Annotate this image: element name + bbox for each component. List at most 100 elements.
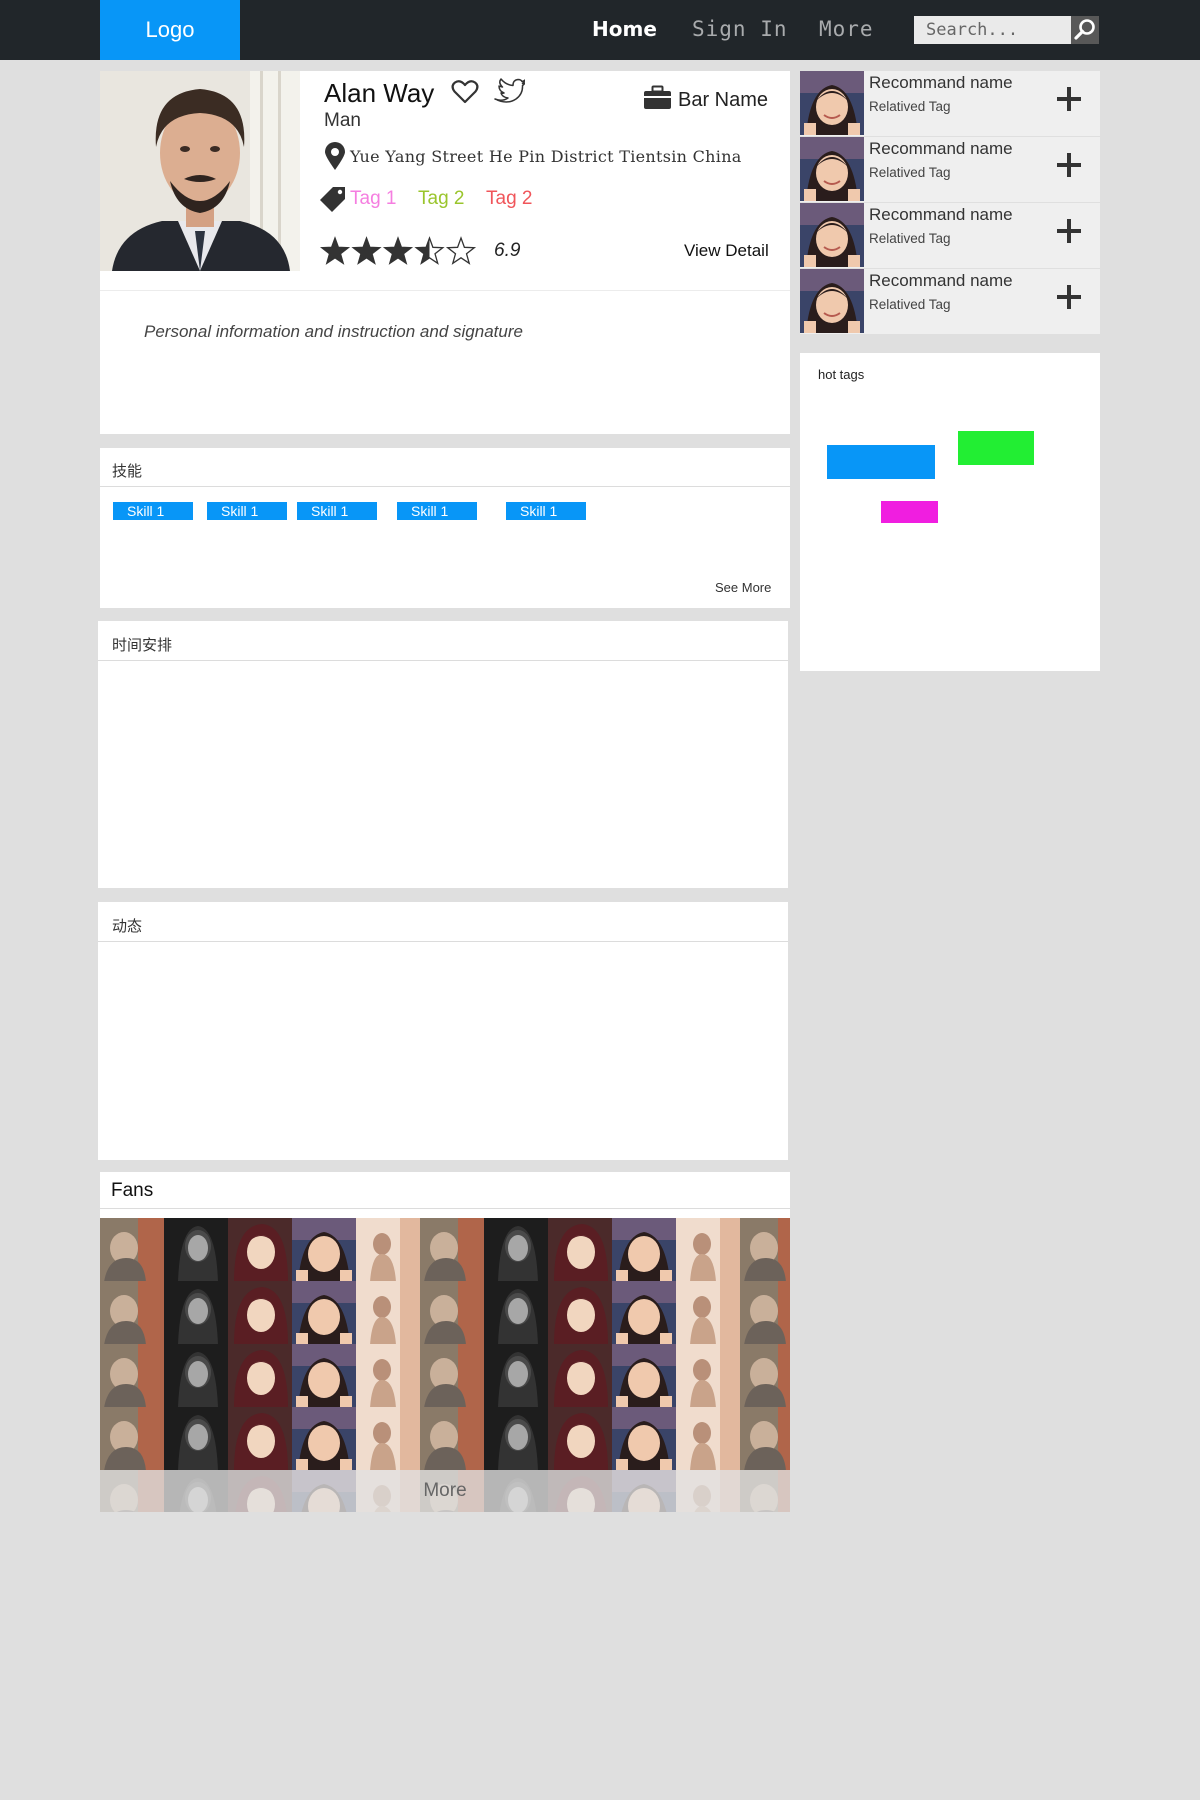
- schedule-panel: [98, 621, 788, 888]
- fan-avatar[interactable]: [612, 1344, 676, 1408]
- fan-avatar[interactable]: [356, 1218, 420, 1282]
- recommend-tag: Relatived Tag: [869, 165, 951, 180]
- skill-chip[interactable]: Skill 1: [506, 502, 586, 520]
- skills-divider: [100, 486, 790, 487]
- skill-chip[interactable]: Skill 1: [207, 502, 287, 520]
- fan-avatar[interactable]: [100, 1407, 164, 1471]
- fan-avatar[interactable]: [420, 1344, 484, 1408]
- recommend-item[interactable]: Recommand name Relatived Tag: [800, 203, 1100, 268]
- fan-avatar[interactable]: [228, 1407, 292, 1471]
- logo[interactable]: Logo: [100, 0, 240, 60]
- fan-avatar[interactable]: [356, 1281, 420, 1345]
- fan-avatar[interactable]: [740, 1407, 790, 1471]
- fan-avatar[interactable]: [100, 1281, 164, 1345]
- fan-avatar[interactable]: [484, 1218, 548, 1282]
- fan-avatar[interactable]: [676, 1281, 740, 1345]
- search-button[interactable]: [1071, 16, 1099, 44]
- fan-avatar[interactable]: [676, 1407, 740, 1471]
- recommend-item[interactable]: Recommand name Relatived Tag: [800, 269, 1100, 334]
- hot-tag[interactable]: [958, 431, 1034, 465]
- skill-chip[interactable]: Skill 1: [297, 502, 377, 520]
- profile-name: Alan Way: [324, 78, 435, 108]
- fan-avatar[interactable]: [228, 1344, 292, 1408]
- hot-tag[interactable]: [881, 501, 938, 523]
- fan-avatar[interactable]: [740, 1218, 790, 1282]
- fan-avatar[interactable]: [164, 1218, 228, 1282]
- fan-avatar[interactable]: [484, 1407, 548, 1471]
- profile-divider: [100, 290, 790, 291]
- recommend-tag: Relatived Tag: [869, 99, 951, 114]
- recommend-name: Recommand name: [869, 139, 1013, 158]
- plus-icon[interactable]: [1057, 219, 1081, 243]
- fan-avatar[interactable]: [612, 1281, 676, 1345]
- schedule-divider: [98, 660, 788, 661]
- search-input[interactable]: [914, 16, 1071, 44]
- recommend-name: Recommand name: [869, 205, 1013, 224]
- star-empty-icon: [445, 236, 477, 265]
- briefcase-icon: [644, 85, 671, 109]
- fan-avatar[interactable]: [676, 1344, 740, 1408]
- plus-icon[interactable]: [1057, 285, 1081, 309]
- fan-avatar[interactable]: [228, 1218, 292, 1282]
- fan-avatar[interactable]: [676, 1218, 740, 1282]
- star-full-icon: [351, 236, 382, 265]
- star-half-icon: [414, 236, 445, 265]
- see-more-link[interactable]: See More: [715, 580, 771, 595]
- twitter-bird-icon[interactable]: [493, 77, 525, 105]
- fan-avatar[interactable]: [612, 1407, 676, 1471]
- view-detail-link[interactable]: View Detail: [684, 241, 769, 261]
- fan-avatar[interactable]: [164, 1344, 228, 1408]
- fan-avatar[interactable]: [548, 1218, 612, 1282]
- fan-avatar[interactable]: [420, 1218, 484, 1282]
- fan-avatar[interactable]: [548, 1344, 612, 1408]
- fan-avatar[interactable]: [356, 1407, 420, 1471]
- nav-home[interactable]: Home: [592, 0, 657, 60]
- profile-tag[interactable]: Tag 2: [486, 188, 532, 210]
- skill-chip[interactable]: Skill 1: [397, 502, 477, 520]
- star-full-icon: [320, 236, 351, 265]
- hot-tag[interactable]: [827, 445, 935, 479]
- fan-avatar[interactable]: [100, 1218, 164, 1282]
- fan-avatar[interactable]: [420, 1407, 484, 1471]
- skills-title: 技能: [112, 462, 143, 480]
- fans-divider: [100, 1208, 790, 1209]
- fan-avatar[interactable]: [548, 1281, 612, 1345]
- rating-stars: [320, 236, 477, 265]
- fan-avatar[interactable]: [228, 1281, 292, 1345]
- fan-avatar[interactable]: [740, 1344, 790, 1408]
- recommend-item[interactable]: Recommand name Relatived Tag: [800, 137, 1100, 202]
- nav-more[interactable]: More: [819, 0, 874, 60]
- fan-avatar[interactable]: [292, 1344, 356, 1408]
- profile-tag[interactable]: Tag 2: [418, 188, 464, 210]
- fan-avatar[interactable]: [292, 1407, 356, 1471]
- plus-icon[interactable]: [1057, 153, 1081, 177]
- hot-tags-panel: [800, 353, 1100, 671]
- schedule-title: 时间安排: [112, 636, 173, 654]
- fans-more-button[interactable]: More: [100, 1470, 790, 1512]
- fan-avatar[interactable]: [100, 1344, 164, 1408]
- fan-avatar[interactable]: [292, 1281, 356, 1345]
- top-nav-bar: Logo Home Sign In More: [0, 0, 1200, 60]
- recommend-tag: Relatived Tag: [869, 297, 951, 312]
- fan-avatar[interactable]: [420, 1281, 484, 1345]
- search-icon: [1074, 19, 1095, 40]
- signature: Personal information and instruction and…: [144, 322, 523, 341]
- fan-avatar[interactable]: [164, 1407, 228, 1471]
- fan-avatar[interactable]: [484, 1281, 548, 1345]
- fan-avatar[interactable]: [740, 1281, 790, 1345]
- avatar: [100, 71, 300, 271]
- skill-chip[interactable]: Skill 1: [113, 502, 193, 520]
- fan-avatar[interactable]: [292, 1218, 356, 1282]
- heart-icon[interactable]: [451, 79, 479, 105]
- fan-avatar[interactable]: [548, 1407, 612, 1471]
- fan-avatar[interactable]: [356, 1344, 420, 1408]
- nav-sign-in[interactable]: Sign In: [692, 0, 788, 60]
- rating-score: 6.9: [494, 240, 521, 261]
- profile-tag[interactable]: Tag 1: [350, 188, 396, 210]
- recommend-avatar: [800, 203, 864, 267]
- recommend-item[interactable]: Recommand name Relatived Tag: [800, 71, 1100, 136]
- fan-avatar[interactable]: [164, 1281, 228, 1345]
- fan-avatar[interactable]: [612, 1218, 676, 1282]
- fan-avatar[interactable]: [484, 1344, 548, 1408]
- plus-icon[interactable]: [1057, 87, 1081, 111]
